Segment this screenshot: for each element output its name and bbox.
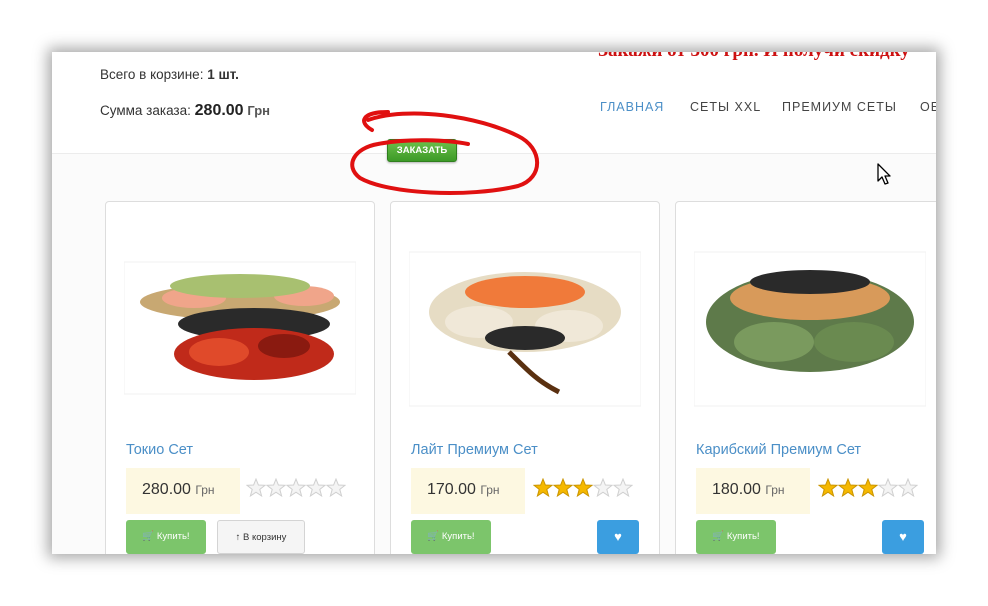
product-currency: Грн bbox=[765, 483, 785, 497]
star-icon bbox=[285, 478, 307, 498]
product-currency: Грн bbox=[480, 483, 500, 497]
star-icon bbox=[837, 478, 859, 498]
nav-item-sets-xxl[interactable]: СЕТЫ XXL bbox=[690, 100, 761, 114]
product-card-light-premium: Лайт Премиум Сет 170.00 Грн 🛒 Купить! ♥ bbox=[390, 201, 660, 554]
product-image[interactable] bbox=[124, 242, 356, 412]
product-card-caribbean-premium: Карибский Премиум Сет 180.00 Грн 🛒 Купит… bbox=[675, 201, 936, 554]
buy-label: Купить! bbox=[726, 531, 760, 542]
price-box: 170.00 Грн bbox=[411, 468, 525, 514]
cart-icon: 🛒 bbox=[427, 531, 440, 542]
product-price: 170.00 bbox=[427, 481, 476, 498]
cart-sum-value: 280.00 bbox=[194, 102, 244, 119]
mouse-cursor-icon bbox=[877, 163, 891, 185]
buy-label: Купить! bbox=[441, 531, 475, 542]
star-icon bbox=[877, 478, 899, 498]
heart-icon: ♥ bbox=[614, 529, 622, 544]
buy-button[interactable]: 🛒 Купить! bbox=[411, 520, 491, 554]
cart-sum-label: Сумма заказа: bbox=[100, 103, 191, 118]
star-icon bbox=[325, 478, 346, 498]
product-name[interactable]: Токио Сет bbox=[126, 442, 193, 458]
star-icon bbox=[552, 478, 574, 498]
cart-count: Всего в корзине: 1 шт. bbox=[100, 67, 239, 82]
rating-stars[interactable] bbox=[246, 478, 346, 498]
cart-count-label: Всего в корзине: bbox=[100, 67, 204, 82]
star-icon bbox=[246, 478, 267, 498]
product-price: 180.00 bbox=[712, 481, 761, 498]
cart-count-value: 1 шт. bbox=[207, 67, 239, 82]
upload-icon: ↑ bbox=[235, 532, 241, 543]
price-box: 180.00 Грн bbox=[696, 468, 810, 514]
product-name[interactable]: Карибский Премиум Сет bbox=[696, 442, 861, 458]
product-image[interactable] bbox=[409, 242, 641, 412]
cart-sum: Сумма заказа: 280.00 Грн bbox=[100, 102, 270, 120]
rating-stars[interactable] bbox=[818, 478, 918, 498]
cart-sum-currency: Грн bbox=[247, 103, 271, 118]
star-icon bbox=[265, 478, 287, 498]
price-box: 280.00 Грн bbox=[126, 468, 240, 514]
nav-item-more[interactable]: ОБ bbox=[920, 100, 936, 114]
star-icon bbox=[897, 478, 918, 498]
screenshot-frame: Закажи от 300 грн. И получи скидку Всего… bbox=[52, 52, 936, 554]
star-icon bbox=[592, 478, 614, 498]
product-card-tokyo: Токио Сет 280.00 Грн 🛒 Купить! ↑ В корзи… bbox=[105, 201, 375, 554]
nav-item-home[interactable]: ГЛАВНАЯ bbox=[600, 100, 664, 114]
cart-icon: 🛒 bbox=[142, 531, 155, 542]
order-button[interactable]: ЗАКАЗАТЬ bbox=[387, 139, 457, 162]
site-header: Закажи от 300 грн. И получи скидку Всего… bbox=[52, 52, 936, 154]
favorite-button[interactable]: ♥ bbox=[882, 520, 924, 554]
cart-icon: 🛒 bbox=[712, 531, 725, 542]
add-to-cart-button[interactable]: ↑ В корзину bbox=[217, 520, 305, 554]
product-name[interactable]: Лайт Премиум Сет bbox=[411, 442, 538, 458]
buy-label: Купить! bbox=[156, 531, 190, 542]
rating-stars[interactable] bbox=[533, 478, 633, 498]
product-price: 280.00 bbox=[142, 481, 191, 498]
promo-banner: Закажи от 300 грн. И получи скидку bbox=[598, 52, 910, 62]
star-icon bbox=[533, 478, 554, 498]
buy-button[interactable]: 🛒 Купить! bbox=[126, 520, 206, 554]
favorite-button[interactable]: ♥ bbox=[597, 520, 639, 554]
product-currency: Грн bbox=[195, 483, 215, 497]
nav-item-premium-sets[interactable]: ПРЕМИУМ СЕТЫ bbox=[782, 100, 897, 114]
heart-icon: ♥ bbox=[899, 529, 907, 544]
star-icon bbox=[612, 478, 633, 498]
add-to-cart-label: В корзину bbox=[243, 532, 287, 543]
buy-button[interactable]: 🛒 Купить! bbox=[696, 520, 776, 554]
star-icon bbox=[818, 478, 839, 498]
star-icon bbox=[305, 478, 327, 498]
star-icon bbox=[572, 478, 594, 498]
star-icon bbox=[857, 478, 879, 498]
product-image[interactable] bbox=[694, 242, 926, 412]
